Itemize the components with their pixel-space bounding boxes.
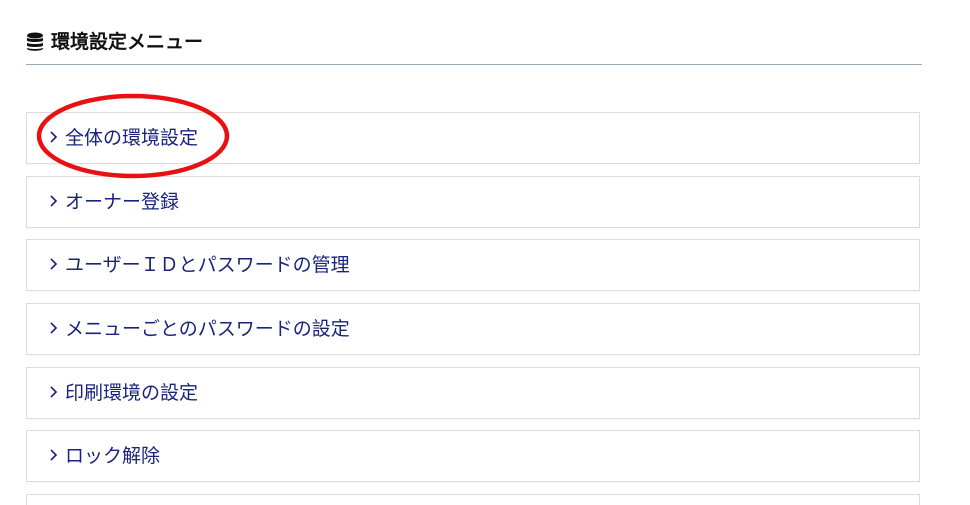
chevron-right-icon [50, 386, 58, 398]
menu-item-global-settings[interactable]: 全体の環境設定 [26, 112, 920, 164]
menu-item-label: 印刷環境の設定 [65, 382, 199, 404]
menu-item-unlock[interactable]: ロック解除 [26, 430, 920, 482]
database-icon [27, 32, 43, 51]
chevron-right-icon [50, 449, 58, 461]
menu-item-partial[interactable] [26, 494, 920, 505]
chevron-right-icon [50, 131, 58, 143]
chevron-right-icon [50, 322, 58, 334]
chevron-right-icon [50, 195, 58, 207]
section-header: 環境設定メニュー [26, 30, 922, 65]
menu-item-label: ロック解除 [65, 445, 161, 467]
menu-item-user-id-password[interactable]: ユーザーＩＤとパスワードの管理 [26, 239, 920, 291]
menu-item-label: メニューごとのパスワードの設定 [65, 318, 350, 340]
menu-item-label: 全体の環境設定 [65, 127, 199, 149]
chevron-right-icon [50, 258, 58, 270]
menu-item-label: ユーザーＩＤとパスワードの管理 [65, 254, 350, 276]
settings-menu-page: 環境設定メニュー 全体の環境設定 オーナー登録 ユーザーＩＤとパスワードの管理 … [0, 0, 970, 505]
menu-item-label: オーナー登録 [65, 191, 180, 213]
page-title: 環境設定メニュー [51, 31, 204, 53]
menu-item-menu-passwords[interactable]: メニューごとのパスワードの設定 [26, 303, 920, 355]
menu-item-owner-registration[interactable]: オーナー登録 [26, 176, 920, 228]
menu-item-print-settings[interactable]: 印刷環境の設定 [26, 367, 920, 419]
